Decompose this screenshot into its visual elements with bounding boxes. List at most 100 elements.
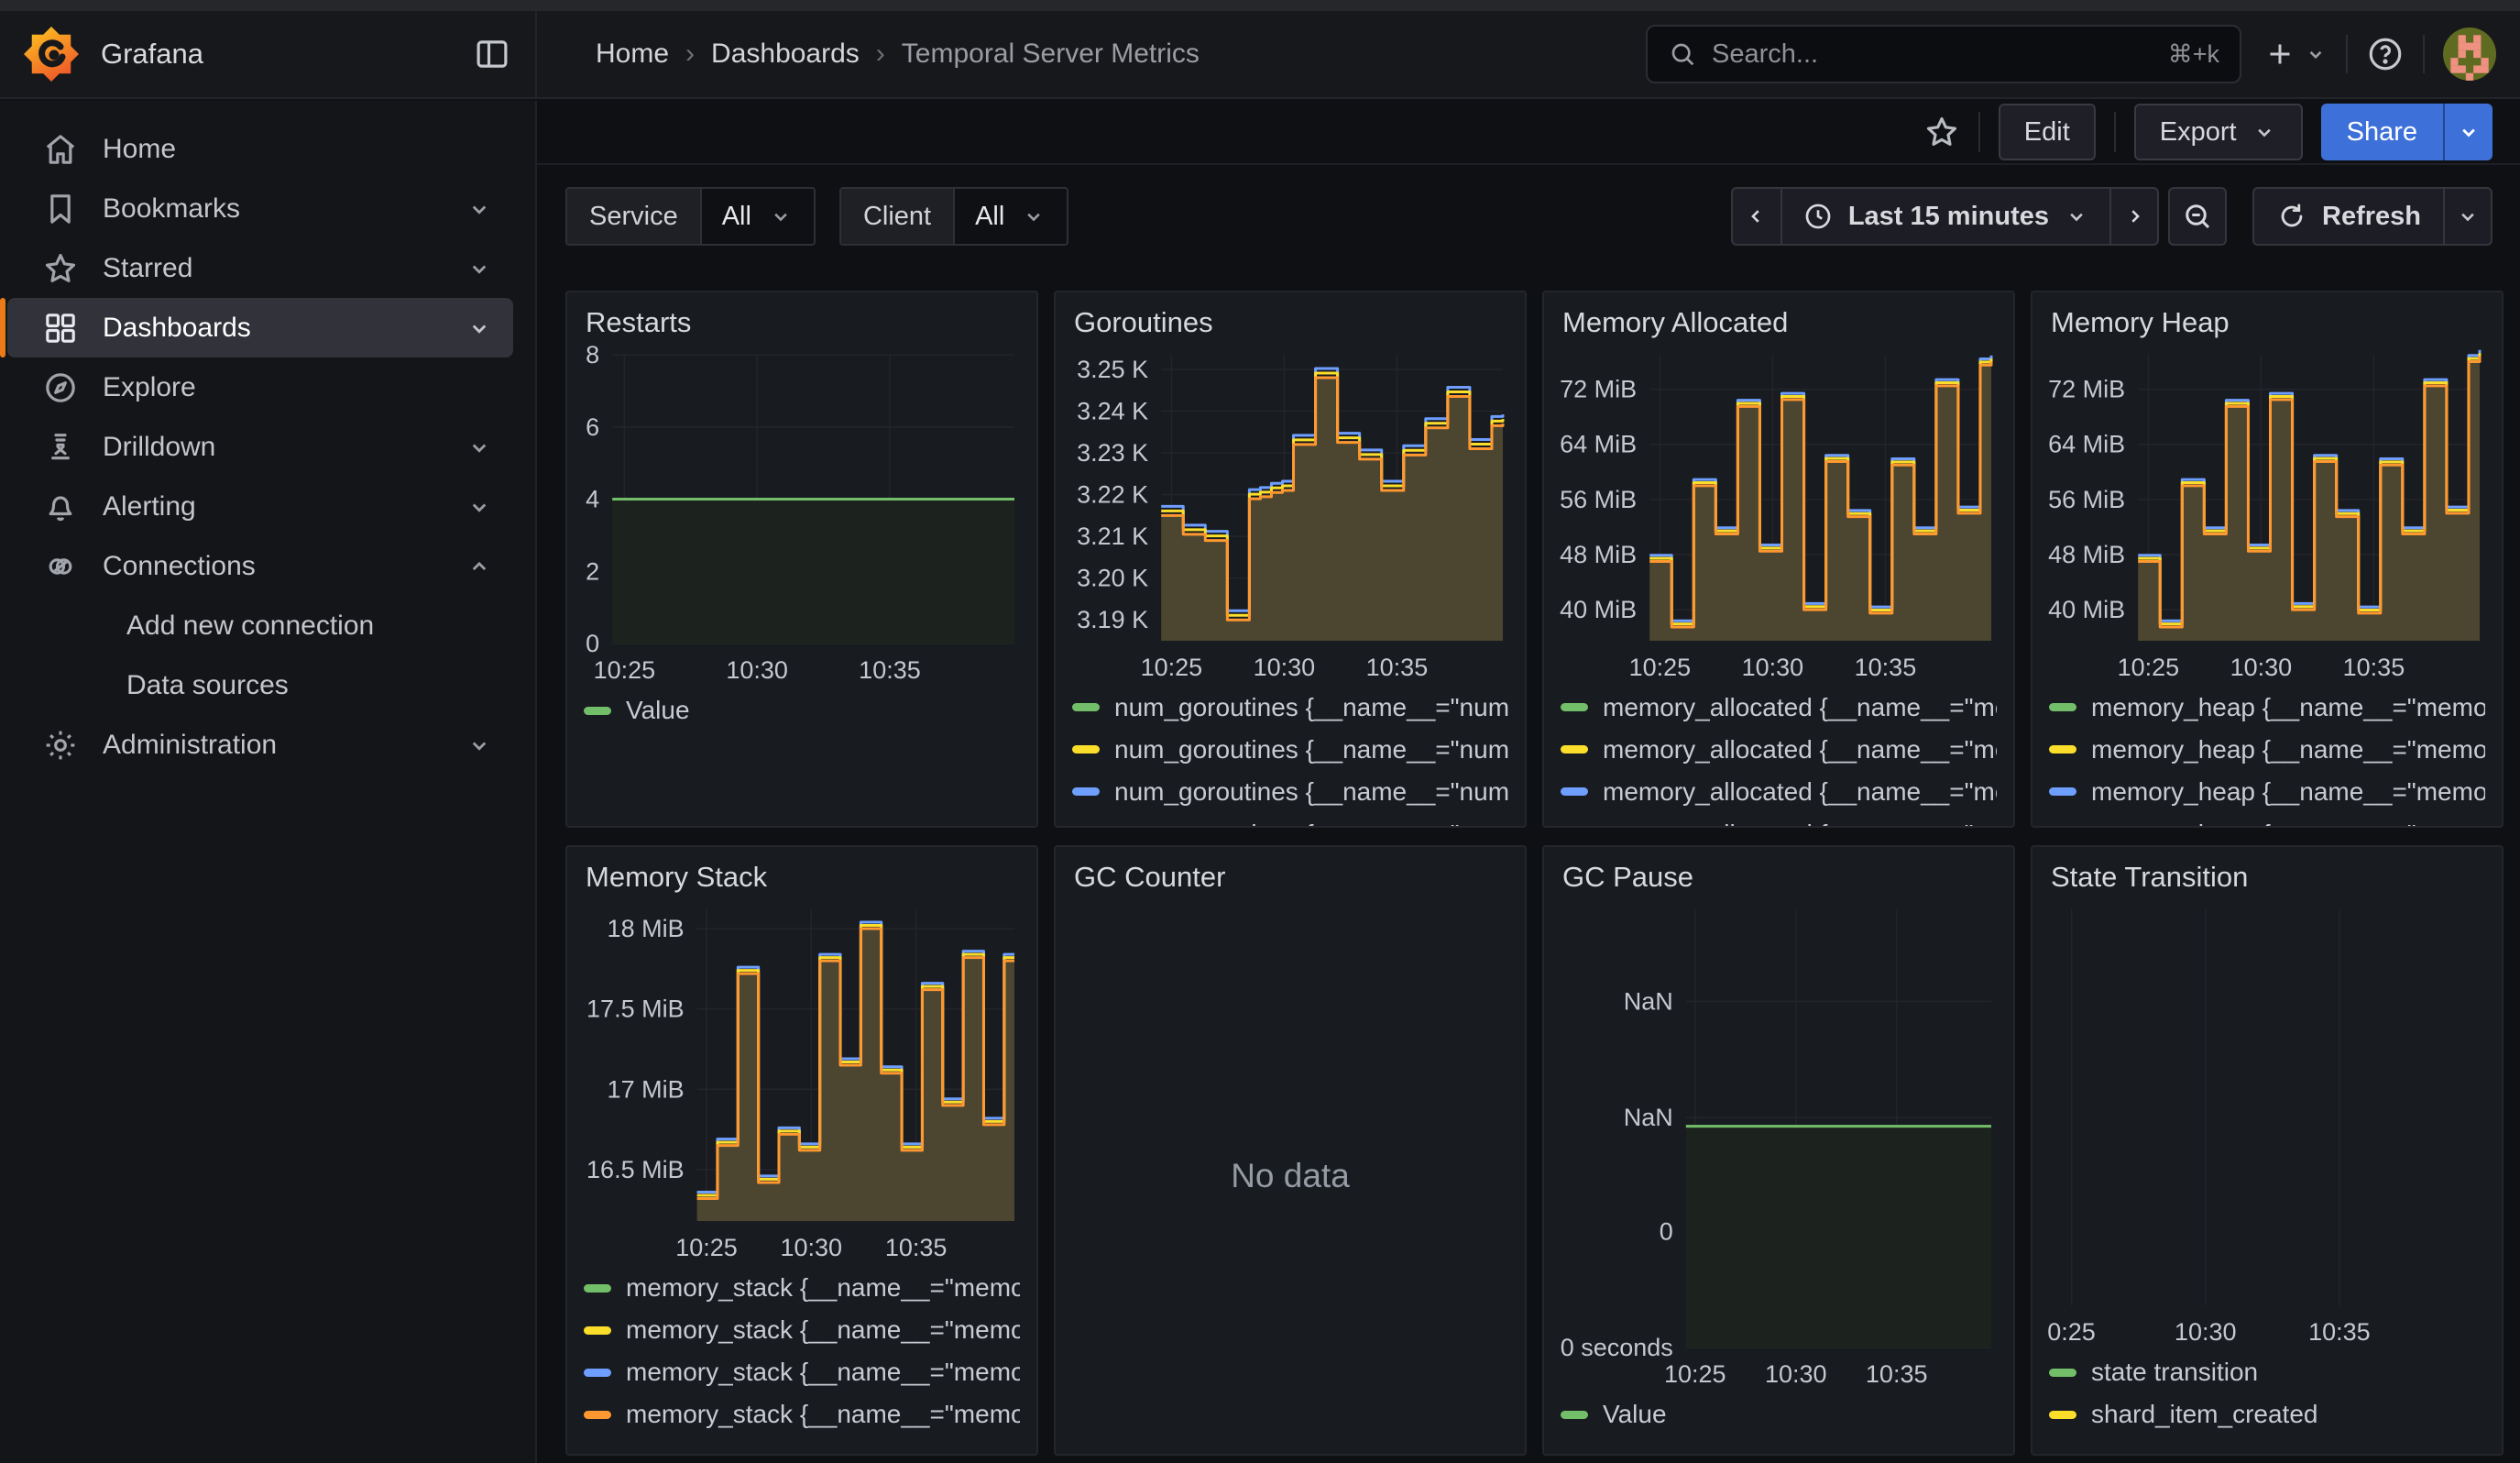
- time-series-chart[interactable]: 8642010:2510:3010:35: [567, 344, 1036, 688]
- legend-item[interactable]: memory_heap {__name__="memory_h: [2049, 819, 2485, 826]
- favorite-star-button[interactable]: [1923, 114, 1960, 150]
- sidebar-item-bookmarks[interactable]: Bookmarks: [7, 179, 513, 238]
- time-range-picker[interactable]: Last 15 minutes: [1780, 189, 2109, 244]
- panel-title[interactable]: Memory Stack: [567, 847, 1036, 898]
- gear-icon: [42, 727, 79, 764]
- legend-item[interactable]: memory_heap {__name__="memory_h: [2049, 734, 2485, 765]
- legend-item[interactable]: memory_stack {__name__="memory_s: [584, 1399, 1020, 1430]
- breadcrumb-separator: ›: [685, 38, 695, 70]
- legend-item[interactable]: memory_stack {__name__="memory_s: [584, 1357, 1020, 1388]
- panel-title[interactable]: GC Counter: [1056, 847, 1525, 898]
- time-series-chart[interactable]: 72 MiB64 MiB56 MiB48 MiB40 MiB10:2510:30…: [1544, 344, 2013, 685]
- legend-item[interactable]: memory_heap {__name__="memory_h: [2049, 692, 2485, 723]
- breadcrumb: Home › Dashboards › Temporal Server Metr…: [596, 38, 1200, 70]
- time-series-chart[interactable]: 72 MiB64 MiB56 MiB48 MiB40 MiB10:2510:30…: [2032, 344, 2502, 685]
- legend-item[interactable]: shard_item_created: [2049, 1399, 2485, 1430]
- panel-state-transition: State Transition 0:2510:3010:35 state tr…: [2031, 845, 2504, 1456]
- sidebar-item-drilldown[interactable]: Drilldown: [7, 417, 513, 477]
- export-button[interactable]: Export: [2134, 104, 2303, 160]
- chevron-down-icon[interactable]: [466, 732, 493, 759]
- chevron-down-icon[interactable]: [466, 195, 493, 223]
- panel-title[interactable]: Memory Allocated: [1544, 292, 2013, 344]
- sidebar-item-connections[interactable]: Connections: [7, 536, 513, 596]
- service-filter[interactable]: Service All: [565, 187, 816, 246]
- refresh-button[interactable]: Refresh: [2254, 189, 2443, 244]
- sidebar-item-alerting[interactable]: Alerting: [7, 477, 513, 536]
- legend-item[interactable]: memory_heap {__name__="memory_h: [2049, 776, 2485, 808]
- panel-legend: Value: [567, 688, 1036, 750]
- breadcrumb-dashboards[interactable]: Dashboards: [711, 38, 860, 70]
- legend-item[interactable]: num_goroutines {__name__="num_go: [1072, 734, 1508, 765]
- time-range-label: Last 15 minutes: [1848, 202, 2049, 232]
- legend-item[interactable]: state transition: [2049, 1357, 2485, 1388]
- share-caret-button[interactable]: [2443, 104, 2493, 160]
- zoom-out-button[interactable]: [2168, 187, 2227, 246]
- search-input[interactable]: Search... ⌘+k: [1646, 25, 2241, 83]
- svg-text:56 MiB: 56 MiB: [1560, 486, 1637, 513]
- legend-item[interactable]: Value: [1561, 1399, 1997, 1430]
- chevron-down-icon[interactable]: [466, 434, 493, 461]
- time-series-chart[interactable]: NaNNaN00 seconds10:2510:3010:35: [1544, 898, 2013, 1392]
- svg-text:4: 4: [586, 486, 599, 513]
- legend-item[interactable]: memory_allocated {__name__="memo: [1561, 692, 1997, 723]
- sidebar-item-home[interactable]: Home: [7, 119, 513, 179]
- share-button[interactable]: Share: [2321, 104, 2443, 160]
- breadcrumb-home[interactable]: Home: [596, 38, 669, 70]
- legend-item[interactable]: num_goroutines {__name__="num_go: [1072, 819, 1508, 826]
- svg-text:10:25: 10:25: [1629, 654, 1692, 681]
- panel-title[interactable]: Memory Heap: [2032, 292, 2502, 344]
- legend-item[interactable]: Value: [584, 695, 1020, 726]
- legend-label: num_goroutines {__name__="num_go: [1114, 693, 1508, 722]
- add-new-button[interactable]: [2263, 38, 2328, 71]
- legend-item[interactable]: memory_allocated {__name__="memo: [1561, 776, 1997, 808]
- edit-button[interactable]: Edit: [1999, 104, 2096, 160]
- chevron-down-icon: [2064, 204, 2089, 229]
- legend-item[interactable]: memory_stack {__name__="memory_s: [584, 1272, 1020, 1304]
- legend-item[interactable]: memory_allocated {__name__="memo: [1561, 734, 1997, 765]
- chevron-up-icon[interactable]: [466, 553, 493, 580]
- legend-item[interactable]: num_goroutines {__name__="num_go: [1072, 692, 1508, 723]
- client-filter[interactable]: Client All: [839, 187, 1068, 246]
- svg-text:10:30: 10:30: [1742, 654, 1804, 681]
- chevron-down-icon[interactable]: [466, 255, 493, 282]
- legend-item[interactable]: memory_allocated {__name__="memo: [1561, 819, 1997, 826]
- time-series-chart[interactable]: 3.25 K3.24 K3.23 K3.22 K3.21 K3.20 K3.19…: [1056, 344, 1525, 685]
- legend-item[interactable]: memory_stack {__name__="memory_s: [584, 1314, 1020, 1346]
- svg-text:17 MiB: 17 MiB: [608, 1075, 685, 1103]
- dashboards-grid-icon: [42, 310, 79, 346]
- refresh-icon: [2276, 201, 2307, 232]
- refresh-label: Refresh: [2322, 202, 2421, 232]
- sidebar-item-add-new-connection[interactable]: Add new connection: [7, 596, 513, 655]
- time-range-controls: Last 15 minutes: [1731, 187, 2159, 246]
- help-icon[interactable]: [2366, 35, 2405, 73]
- sidebar-item-administration[interactable]: Administration: [7, 715, 513, 775]
- drilldown-icon: [42, 429, 79, 466]
- svg-text:40 MiB: 40 MiB: [2048, 596, 2125, 623]
- header-left: Grafana: [0, 11, 537, 97]
- dock-menu-icon[interactable]: [473, 35, 511, 73]
- panel-title[interactable]: GC Pause: [1544, 847, 2013, 898]
- sidebar-item-starred[interactable]: Starred: [7, 238, 513, 298]
- service-filter-label: Service: [567, 189, 702, 244]
- panel-title[interactable]: State Transition: [2032, 847, 2502, 898]
- sidebar-item-dashboards[interactable]: Dashboards: [7, 298, 513, 358]
- refresh-interval-caret[interactable]: [2443, 189, 2491, 244]
- chevron-down-icon[interactable]: [466, 493, 493, 521]
- grafana-logo[interactable]: [22, 25, 81, 83]
- time-series-chart[interactable]: 0:2510:3010:35: [2032, 898, 2502, 1349]
- svg-text:17.5 MiB: 17.5 MiB: [586, 996, 685, 1023]
- panel-title[interactable]: Goroutines: [1056, 292, 1525, 344]
- sidebar-item-data-sources[interactable]: Data sources: [7, 655, 513, 715]
- svg-text:10:30: 10:30: [1765, 1360, 1827, 1388]
- sidebar-item-explore[interactable]: Explore: [7, 358, 513, 417]
- chevron-down-icon[interactable]: [466, 314, 493, 342]
- legend-item[interactable]: num_goroutines {__name__="num_go: [1072, 776, 1508, 808]
- time-series-chart[interactable]: 18 MiB17.5 MiB17 MiB16.5 MiB10:2510:3010…: [567, 898, 1036, 1265]
- user-avatar[interactable]: [2443, 28, 2496, 81]
- panel-title[interactable]: Restarts: [567, 292, 1036, 344]
- chevron-left-icon: [1744, 204, 1769, 229]
- time-shift-forward-button[interactable]: [2109, 189, 2157, 244]
- legend-label: memory_heap {__name__="memory_h: [2091, 777, 2485, 807]
- time-shift-back-button[interactable]: [1733, 189, 1780, 244]
- svg-text:10:25: 10:25: [2118, 654, 2180, 681]
